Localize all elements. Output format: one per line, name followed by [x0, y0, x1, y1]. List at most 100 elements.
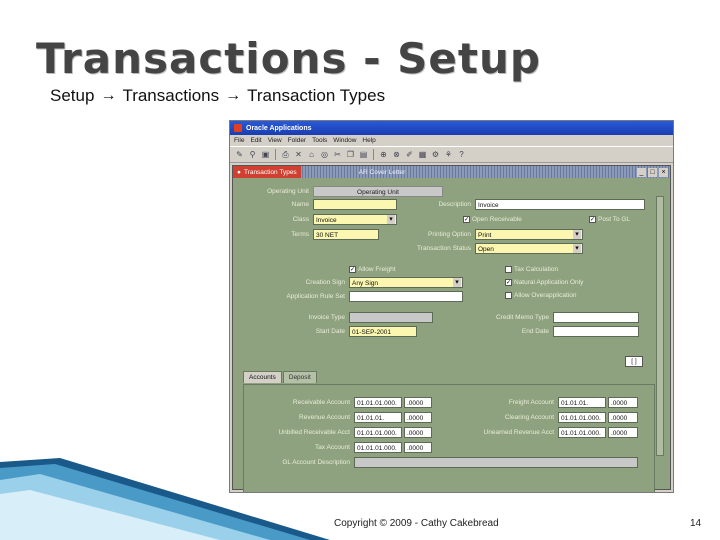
revenue-account-suffix[interactable]: .0000: [404, 412, 432, 423]
post-to-gl-checkbox[interactable]: ✓ Post To GL: [589, 216, 630, 223]
operating-unit-field[interactable]: Operating Unit: [313, 186, 443, 197]
clearing-account-label: Clearing Account: [504, 414, 554, 421]
allow-freight-label: Allow Freight: [358, 266, 396, 273]
new-icon[interactable]: ✎: [234, 149, 245, 160]
form-tab-cover-letter[interactable]: AR Cover Letter: [351, 169, 414, 176]
printing-option-label: Printing Option: [428, 231, 471, 238]
breadcrumb-transactions: Transactions: [122, 86, 220, 105]
unbilled-receivable-suffix[interactable]: .0000: [404, 427, 432, 438]
natural-application-only-checkbox[interactable]: ✓ Natural Application Only: [505, 279, 583, 286]
unearned-revenue-suffix[interactable]: .0000: [608, 427, 638, 438]
description-field[interactable]: Invoice: [475, 199, 645, 210]
save-icon[interactable]: ▣: [260, 149, 271, 160]
menu-edit[interactable]: Edit: [250, 137, 261, 144]
copy-icon[interactable]: ❐: [345, 149, 356, 160]
menu-tools[interactable]: Tools: [312, 137, 327, 144]
description-label: Description: [438, 201, 471, 208]
revenue-account-label: Revenue Account: [299, 414, 350, 421]
terms-label: Terms: [291, 231, 309, 238]
new-record-icon[interactable]: ⊕: [378, 149, 389, 160]
translations-icon[interactable]: ⚙: [430, 149, 441, 160]
open-receivable-label: Open Receivable: [472, 216, 522, 223]
print-icon[interactable]: ⎙: [280, 149, 291, 160]
toolbar-separator: [373, 149, 374, 160]
form-body: Operating Unit Operating Unit Name Descr…: [233, 178, 670, 492]
creation-sign-select[interactable]: Any Sign: [349, 277, 463, 288]
unearned-revenue-field[interactable]: 01.01.01.000.: [558, 427, 606, 438]
invoice-type-field[interactable]: [349, 312, 433, 323]
breadcrumb-setup: Setup: [50, 86, 95, 105]
edit-field-icon[interactable]: ✐: [404, 149, 415, 160]
menu-help[interactable]: Help: [362, 137, 375, 144]
checkmark-icon: ✓: [463, 216, 470, 223]
attach-icon[interactable]: ⚘: [443, 149, 454, 160]
form-tab-transaction-types[interactable]: ● Transaction Types: [233, 166, 301, 178]
menu-folder[interactable]: Folder: [288, 137, 306, 144]
gl-account-description-label: GL Account Description: [282, 459, 350, 466]
open-receivable-checkbox[interactable]: ✓ Open Receivable: [463, 216, 522, 223]
vertical-scrollbar[interactable]: [656, 196, 664, 456]
menu-view[interactable]: View: [268, 137, 282, 144]
page-number: 14: [690, 518, 702, 529]
close-icon[interactable]: ×: [659, 167, 668, 177]
transaction-status-select[interactable]: Open: [475, 243, 583, 254]
zoom-icon[interactable]: ◎: [319, 149, 330, 160]
credit-memo-type-label: Credit Memo Type: [496, 314, 549, 321]
allow-freight-checkbox[interactable]: ✓ Allow Freight: [349, 266, 396, 273]
paste-icon[interactable]: ▤: [358, 149, 369, 160]
tax-account-field[interactable]: 01.01.01.000.: [354, 442, 402, 453]
form-titlebar: ● Transaction Types AR Cover Letter _ □ …: [233, 166, 670, 178]
name-field[interactable]: [313, 199, 397, 210]
class-select[interactable]: Invoice: [313, 214, 397, 225]
tax-calculation-checkbox[interactable]: Tax Calculation: [505, 266, 558, 273]
maximize-icon[interactable]: □: [648, 167, 657, 177]
unbilled-receivable-field[interactable]: 01.01.01.000.: [354, 427, 402, 438]
revenue-account-field[interactable]: 01.01.01.: [354, 412, 402, 423]
transaction-status-label: Transaction Status: [417, 245, 471, 252]
clearing-account-field[interactable]: 01.01.01.000.: [558, 412, 606, 423]
end-date-field[interactable]: [553, 326, 639, 337]
delete-record-icon[interactable]: ⊗: [391, 149, 402, 160]
menu-window[interactable]: Window: [333, 137, 356, 144]
freight-account-label: Freight Account: [508, 399, 554, 406]
terms-field[interactable]: 30 NET: [313, 229, 379, 240]
allow-overapplication-label: Allow Overapplication: [514, 292, 577, 299]
tab-accounts[interactable]: Accounts: [243, 371, 282, 383]
operating-unit-label: Operating Unit: [267, 188, 309, 195]
navigator-icon[interactable]: ⌂: [306, 149, 317, 160]
freight-account-suffix[interactable]: .0000: [608, 397, 638, 408]
record-indicator: [ ]: [625, 356, 643, 367]
transaction-types-form: ● Transaction Types AR Cover Letter _ □ …: [232, 165, 671, 492]
help-icon[interactable]: ?: [456, 149, 467, 160]
menu-file[interactable]: File: [234, 137, 244, 144]
receivable-account-suffix[interactable]: .0000: [404, 397, 432, 408]
clearing-account-suffix[interactable]: .0000: [608, 412, 638, 423]
checkbox-empty-icon: [505, 292, 512, 299]
tax-account-label: Tax Account: [314, 444, 350, 451]
printing-option-select[interactable]: Print: [475, 229, 583, 240]
natural-application-only-label: Natural Application Only: [514, 279, 584, 286]
folder-icon[interactable]: ▦: [417, 149, 428, 160]
checkmark-icon: ✓: [349, 266, 356, 273]
post-to-gl-label: Post To GL: [598, 216, 631, 223]
tax-account-suffix[interactable]: .0000: [404, 442, 432, 453]
arrow-right-icon: →: [100, 87, 117, 104]
name-label: Name: [291, 201, 309, 208]
attachments-icon[interactable]: ✂: [332, 149, 343, 160]
freight-account-field[interactable]: 01.01.01.: [558, 397, 606, 408]
minimize-icon[interactable]: _: [637, 167, 646, 177]
window-title: Oracle Applications: [246, 124, 312, 132]
tab-deposit[interactable]: Deposit: [282, 371, 317, 383]
start-date-field[interactable]: 01-SEP-2001: [349, 326, 417, 337]
menu-bar: File Edit View Folder Tools Window Help: [230, 135, 673, 146]
toolbar: ✎ ⚲ ▣ ⎙ ✕ ⌂ ◎ ✂ ❐ ▤ ⊕ ⊗ ✐ ▦ ⚙ ⚘ ?: [230, 146, 673, 163]
allow-overapplication-checkbox[interactable]: Allow Overapplication: [505, 292, 577, 299]
end-date-label: End Date: [521, 328, 549, 335]
credit-memo-type-field[interactable]: [553, 312, 639, 323]
find-icon[interactable]: ⚲: [247, 149, 258, 160]
receivable-account-field[interactable]: 01.01.01.000.: [354, 397, 402, 408]
application-rule-set-field[interactable]: [349, 291, 463, 302]
form-icon: ●: [237, 168, 241, 176]
close-form-icon[interactable]: ✕: [293, 149, 304, 160]
checkmark-icon: ✓: [589, 216, 596, 223]
